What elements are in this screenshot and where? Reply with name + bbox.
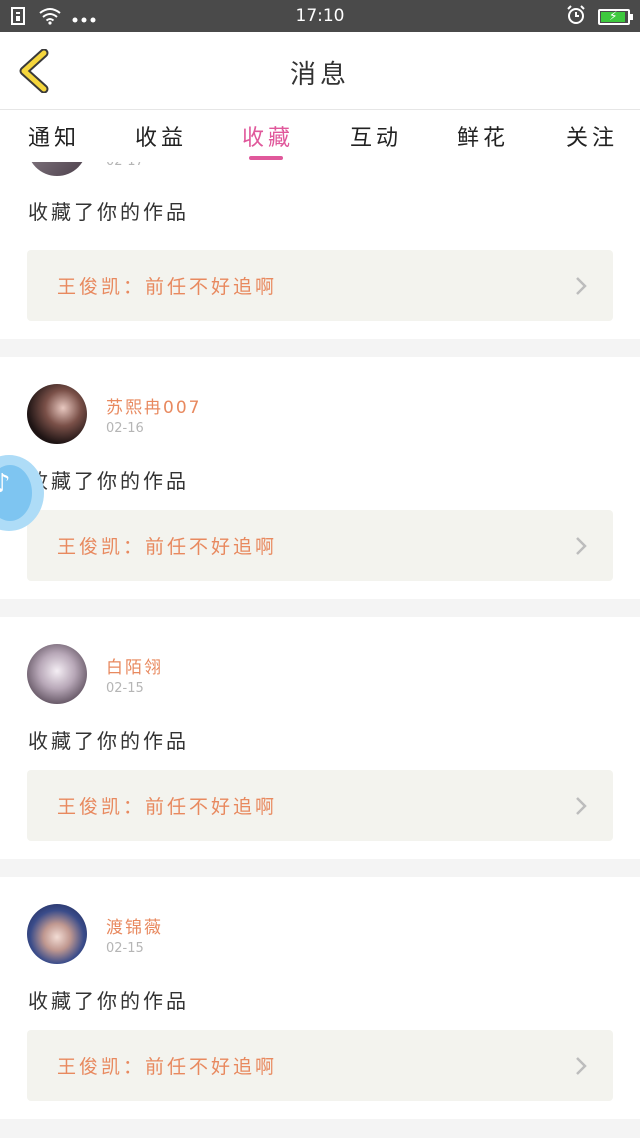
tab-notifications[interactable]: 通知: [28, 120, 80, 152]
tab-bar: 通知 收益 收藏 互动 鲜花 关注: [0, 110, 640, 162]
nav-header: 消息: [0, 32, 640, 110]
item-date: 02-15: [106, 681, 144, 696]
item-date: 02-15: [106, 941, 144, 956]
tab-favorites[interactable]: 收藏: [242, 120, 294, 152]
alarm-icon: [566, 5, 586, 29]
work-title: 王俊凯：前任不好追啊: [57, 276, 278, 298]
work-title: 王俊凯：前任不好追啊: [57, 796, 278, 818]
chevron-right-icon: [576, 537, 587, 555]
chevron-right-icon: [576, 277, 587, 295]
list-item: 白陌翎 02-15 收藏了你的作品 王俊凯：前任不好追啊: [0, 617, 640, 859]
item-date: 02-16: [106, 421, 144, 436]
avatar[interactable]: [27, 162, 87, 176]
avatar[interactable]: [27, 384, 87, 444]
item-action: 收藏了你的作品: [28, 729, 189, 753]
work-link[interactable]: 王俊凯：前任不好追啊: [27, 770, 613, 841]
tab-earnings[interactable]: 收益: [135, 120, 187, 152]
work-link[interactable]: 王俊凯：前任不好追啊: [27, 250, 613, 321]
active-tab-indicator: [249, 156, 283, 160]
music-note-icon: ♪: [0, 469, 11, 499]
item-date: 02-17: [106, 162, 144, 169]
battery-icon: ⚡: [598, 9, 633, 25]
tab-interactions[interactable]: 互动: [350, 120, 402, 152]
user-name[interactable]: 苏熙冉007: [106, 393, 201, 418]
work-title: 王俊凯：前任不好追啊: [57, 1056, 278, 1078]
work-link[interactable]: 王俊凯：前任不好追啊: [27, 510, 613, 581]
user-name[interactable]: 渡锦薇: [106, 913, 163, 938]
work-title: 王俊凯：前任不好追啊: [57, 536, 278, 558]
status-bar: 17:10 ⚡: [0, 0, 640, 32]
page-title: 消息: [289, 60, 350, 90]
chevron-right-icon: [576, 797, 587, 815]
tab-flowers[interactable]: 鲜花: [457, 120, 509, 152]
tab-following[interactable]: 关注: [566, 120, 618, 152]
user-name[interactable]: 白陌翎: [106, 653, 163, 678]
avatar[interactable]: [27, 904, 87, 964]
work-link[interactable]: 王俊凯：前任不好追啊: [27, 1030, 613, 1101]
favorites-list[interactable]: 02-17 收藏了你的作品 王俊凯：前任不好追啊 苏熙冉007 02-16 收藏…: [0, 162, 640, 1138]
chevron-right-icon: [576, 1057, 587, 1075]
status-time: 17:10: [295, 6, 345, 26]
item-action: 收藏了你的作品: [28, 989, 189, 1013]
avatar[interactable]: [27, 644, 87, 704]
list-item: 02-17 收藏了你的作品 王俊凯：前任不好追啊: [0, 162, 640, 339]
item-action: 收藏了你的作品: [28, 469, 189, 493]
list-item: 苏熙冉007 02-16 收藏了你的作品 王俊凯：前任不好追啊: [0, 357, 640, 599]
list-item: 渡锦薇 02-15 收藏了你的作品 王俊凯：前任不好追啊: [0, 877, 640, 1119]
item-action: 收藏了你的作品: [28, 200, 189, 224]
status-icons-right: ⚡: [566, 5, 633, 29]
